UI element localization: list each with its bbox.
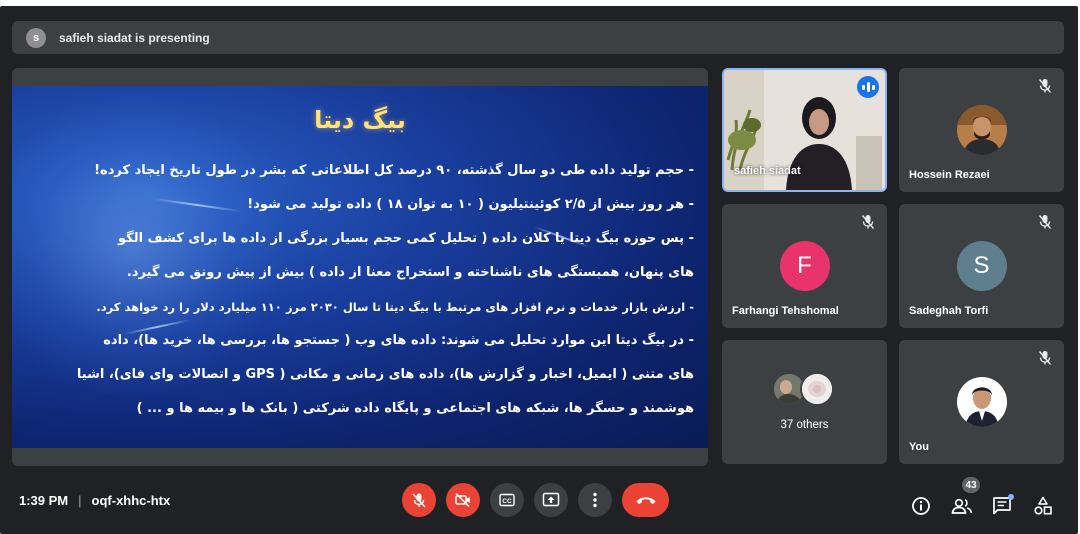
slide-bullet: - هر روز بیش از ۲/۵ کوئینتیلیون ( ۱۰ به …: [247, 197, 694, 212]
present-now-button[interactable]: [534, 483, 568, 517]
others-label: 37 others: [780, 419, 829, 431]
chat-notification-dot: [1008, 494, 1014, 500]
participant-name: Sadeghah Torfi: [909, 305, 989, 317]
mic-off-icon: [1038, 79, 1052, 93]
participant-name: Farhangi Tehshomal: [732, 305, 839, 317]
participant-name: Hossein Rezaei: [909, 169, 990, 181]
mic-toggle-button[interactable]: [402, 483, 436, 517]
activities-icon: [1034, 496, 1052, 515]
presenting-banner: s safieh siadat is presenting: [12, 21, 1064, 54]
avatar-photo-icon: [956, 377, 1007, 427]
participant-tile-speaker[interactable]: safieh siadat: [722, 68, 887, 192]
slide-bullet: - در بیگ دیتا این موارد تحلیل می شوند: د…: [103, 333, 694, 348]
people-count-badge: 43: [962, 477, 980, 493]
mic-off-icon: [1038, 351, 1052, 365]
participant-tile-farhangi[interactable]: F Farhangi Tehshomal: [722, 204, 887, 328]
people-button[interactable]: [951, 495, 973, 517]
present-icon: [542, 492, 560, 507]
camera-toggle-button[interactable]: [446, 483, 480, 517]
info-icon: [912, 497, 930, 515]
avatar: F: [779, 241, 830, 291]
svg-text:CC: CC: [502, 498, 512, 505]
captions-button[interactable]: CC: [490, 483, 524, 517]
meeting-details: 1:39 PM | oqf-xhhc-htx: [19, 493, 170, 508]
participant-tile-hossein[interactable]: Hossein Rezaei: [899, 68, 1064, 192]
separator: |: [78, 493, 82, 508]
participant-tile-others[interactable]: 37 others: [722, 340, 887, 464]
participant-tile-sadeghah[interactable]: S Sadeghah Torfi: [899, 204, 1064, 328]
slide-body: - حجم تولید داده طی دو سال گذشته، ۹۰ درص…: [52, 154, 694, 426]
captions-icon: CC: [499, 493, 515, 507]
presenting-text: safieh siadat is presenting: [59, 30, 210, 45]
avatar: [799, 372, 834, 406]
slide-bullet: - ارزش بازار خدمات و نرم افزار های مرتبط…: [96, 300, 694, 314]
avatar: [956, 105, 1007, 155]
mic-off-icon: [412, 493, 426, 508]
meeting-code: oqf-xhhc-htx: [91, 493, 171, 508]
slide-bullet: - حجم تولید داده طی دو سال گذشته، ۹۰ درص…: [94, 163, 694, 178]
activities-button[interactable]: [1032, 495, 1054, 517]
speaking-indicator-icon: [857, 76, 879, 98]
participant-name: You: [909, 441, 929, 453]
clock-time: 1:39 PM: [19, 493, 69, 508]
presentation-tile[interactable]: بیگ دیتا - حجم تولید داده طی دو سال گذشت…: [12, 68, 708, 466]
participant-name: safieh siadat: [734, 165, 801, 177]
participant-tile-you[interactable]: You: [899, 340, 1064, 464]
presentation-slide: بیگ دیتا - حجم تولید داده طی دو سال گذشت…: [12, 86, 708, 448]
hang-up-icon: [636, 497, 655, 504]
camera-off-icon: [455, 492, 470, 508]
people-icon: [951, 498, 973, 514]
avatar-photo-icon: [801, 374, 832, 404]
avatar: [956, 377, 1007, 427]
slide-bullet: - پس حوزه بیگ دیتا یا کلان داده ( تحلیل …: [117, 231, 694, 246]
slide-bullet: هوشمند و حسگر ها، شبکه های اجتماعی و پای…: [136, 401, 694, 416]
avatar: S: [956, 241, 1007, 291]
others-avatars: [771, 372, 838, 406]
meet-window: s safieh siadat is presenting بیگ دیتا -…: [0, 6, 1078, 534]
slide-bullet: های پنهان، همبستگی های ناشناخته و استخرا…: [126, 265, 694, 280]
meeting-details-button[interactable]: [910, 495, 932, 517]
presenter-avatar: s: [26, 27, 46, 48]
avatar-photo-icon: [956, 105, 1007, 155]
leave-call-button[interactable]: [622, 483, 669, 517]
mic-off-icon: [1038, 215, 1052, 229]
slide-title: بیگ دیتا: [314, 106, 406, 134]
more-options-button[interactable]: [578, 483, 612, 517]
mic-off-icon: [861, 215, 875, 229]
slide-bullet: های متنی ( ایمیل، اخبار و گزارش ها)، داد…: [76, 367, 694, 382]
more-icon: [593, 492, 597, 508]
